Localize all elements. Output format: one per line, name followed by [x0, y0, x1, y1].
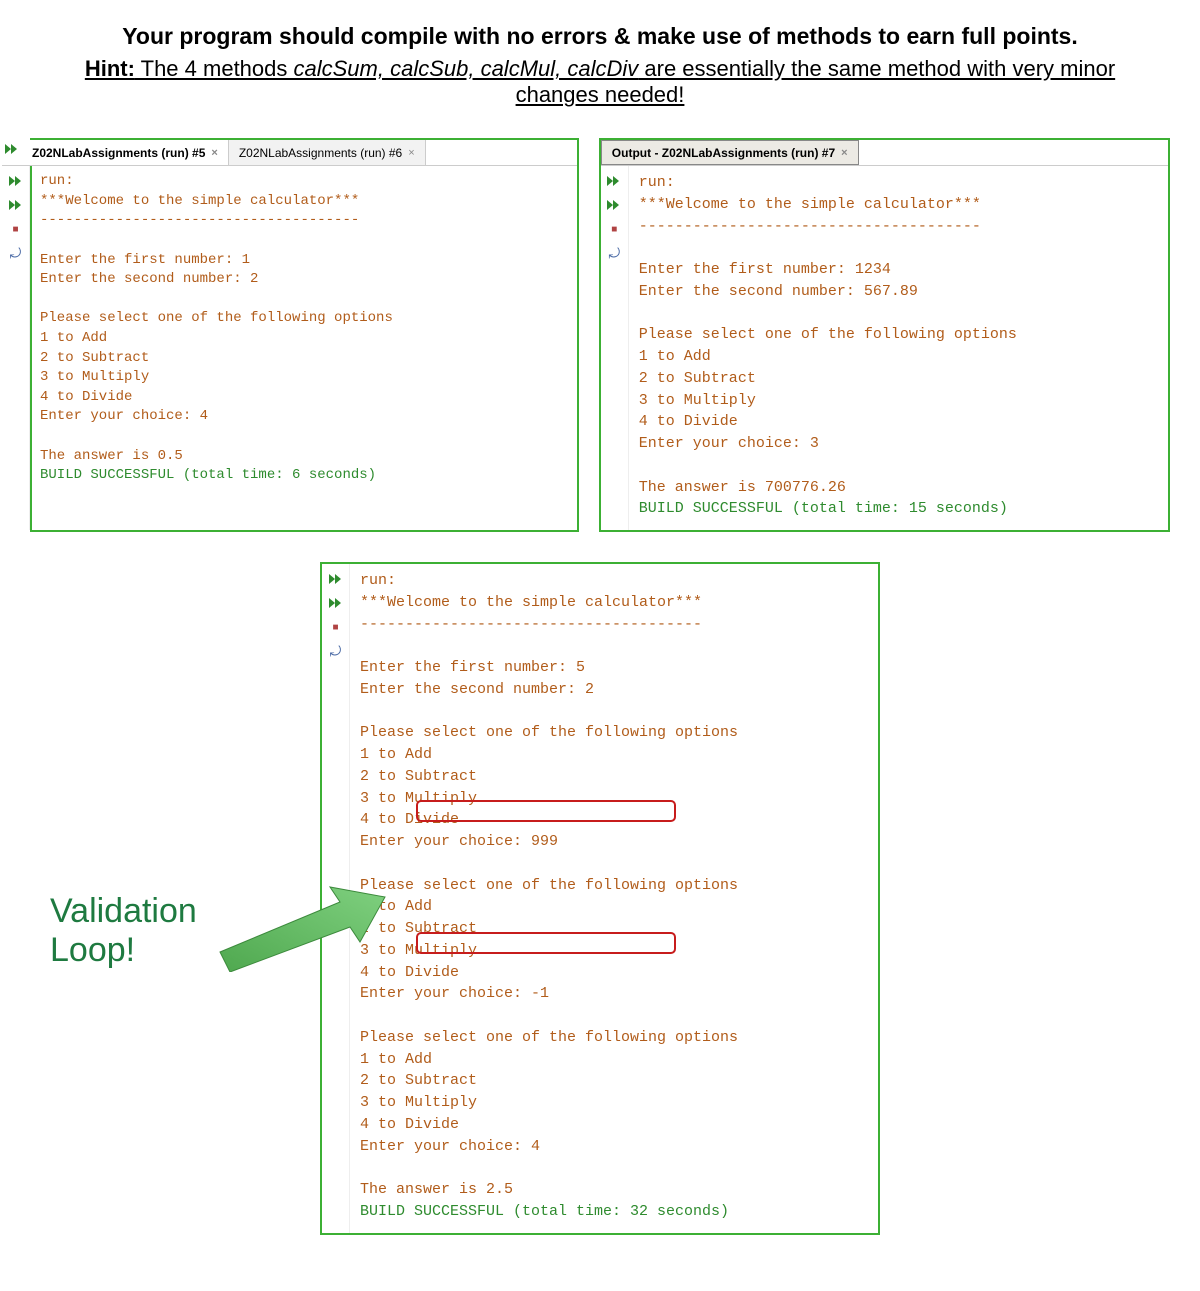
- tab-label: Output - Z02NLabAssignments (run) #7: [612, 146, 835, 160]
- console-output: run: ***Welcome to the simple calculator…: [30, 166, 577, 530]
- tab-bar-left: Z02NLabAssignments (run) #5 × Z02NLabAss…: [2, 140, 577, 166]
- stop-icon[interactable]: ■: [6, 220, 26, 238]
- rerun-icon[interactable]: [604, 172, 624, 190]
- hint-methods: calcSum, calcSub, calcMul, calcDiv: [294, 56, 639, 81]
- run-icon[interactable]: [604, 196, 624, 214]
- bottom-wrap: Validation Loop! ■ ⤾ run: ***Welcome to …: [80, 562, 1120, 1235]
- run-icon[interactable]: [326, 594, 346, 612]
- side-toolbar: ■ ⤾: [601, 166, 629, 530]
- wrap-icon[interactable]: ⤾: [326, 642, 346, 660]
- console-output: run: ***Welcome to the simple calculator…: [629, 166, 1168, 530]
- wrap-icon[interactable]: ⤾: [604, 244, 624, 262]
- console-output: run: ***Welcome to the simple calculator…: [350, 564, 878, 1233]
- panel-body: ■ ⤾ run: ***Welcome to the simple calcul…: [322, 564, 878, 1233]
- tab-group-icon: [2, 140, 22, 158]
- wrap-icon[interactable]: ⤾: [6, 244, 26, 262]
- close-icon[interactable]: ×: [408, 147, 414, 159]
- tab-label: Z02NLabAssignments (run) #5: [32, 146, 205, 160]
- tab-bar-right: Output - Z02NLabAssignments (run) #7 ×: [601, 140, 1168, 166]
- build-line: BUILD SUCCESSFUL (total time: 6 seconds): [40, 467, 376, 483]
- rerun-icon[interactable]: [326, 570, 346, 588]
- output-panel-left: Z02NLabAssignments (run) #5 × Z02NLabAss…: [30, 138, 579, 532]
- build-line: BUILD SUCCESSFUL (total time: 32 seconds…: [360, 1203, 729, 1220]
- stop-icon[interactable]: ■: [326, 618, 346, 636]
- top-row: Z02NLabAssignments (run) #5 × Z02NLabAss…: [30, 138, 1170, 532]
- panel-body: ■ ⤾ run: ***Welcome to the simple calcul…: [32, 166, 577, 530]
- close-icon[interactable]: ×: [211, 147, 217, 159]
- validation-loop-label: Validation Loop!: [50, 892, 197, 970]
- hint-pre: The 4 methods: [135, 56, 294, 81]
- run-output: run: ***Welcome to the simple calculator…: [40, 173, 393, 463]
- output-panel-bottom: ■ ⤾ run: ***Welcome to the simple calcul…: [320, 562, 880, 1235]
- side-toolbar: ■ ⤾: [2, 166, 30, 530]
- instructions-header: Your program should compile with no erro…: [80, 20, 1120, 108]
- close-icon[interactable]: ×: [841, 147, 847, 159]
- tab-run5[interactable]: Z02NLabAssignments (run) #5 ×: [22, 140, 229, 165]
- hint-line: Hint: The 4 methods calcSum, calcSub, ca…: [80, 56, 1120, 108]
- hint-label: Hint:: [85, 56, 135, 81]
- run-icon[interactable]: [6, 196, 26, 214]
- instructions-title: Your program should compile with no erro…: [80, 20, 1120, 52]
- run-output: run: ***Welcome to the simple calculator…: [639, 174, 1017, 496]
- tab-run7[interactable]: Output - Z02NLabAssignments (run) #7 ×: [601, 140, 859, 165]
- rerun-icon[interactable]: [6, 172, 26, 190]
- tab-label: Z02NLabAssignments (run) #6: [239, 146, 402, 160]
- build-line: BUILD SUCCESSFUL (total time: 15 seconds…: [639, 500, 1008, 517]
- panel-body: ■ ⤾ run: ***Welcome to the simple calcul…: [601, 166, 1168, 530]
- tab-run6[interactable]: Z02NLabAssignments (run) #6 ×: [229, 140, 426, 165]
- run-output: run: ***Welcome to the simple calculator…: [360, 572, 738, 1198]
- output-panel-right: Output - Z02NLabAssignments (run) #7 × ■…: [599, 138, 1170, 532]
- stop-icon[interactable]: ■: [604, 220, 624, 238]
- side-toolbar: ■ ⤾: [322, 564, 350, 1233]
